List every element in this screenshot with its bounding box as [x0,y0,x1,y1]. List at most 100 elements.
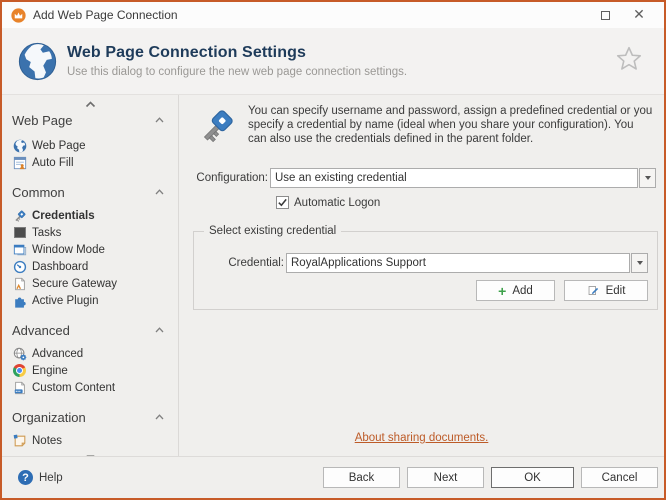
add-credential-button[interactable]: + Add [476,280,555,301]
sidebar-item-auto-fill[interactable]: Auto Fill [2,154,178,171]
sidebar-item-label: Window Mode [32,244,105,256]
sidebar-items: Web Page Auto Fill [2,137,178,171]
sidebar-item-label: Advanced [32,348,83,360]
window-title: Add Web Page Connection [33,8,178,22]
close-icon: ✕ [633,8,645,22]
window-controls: ✕ [588,2,656,28]
configuration-value[interactable]: Use an existing credential [270,168,638,188]
sidebar-item-label: Tasks [32,227,61,239]
edit-pencil-icon [587,284,600,297]
credentials-description: You can specify username and password, a… [248,105,654,146]
sidebar-item-tasks[interactable]: Tasks [2,224,178,241]
sidebar-item-web-page[interactable]: Web Page [2,137,178,154]
next-button[interactable]: Next [407,467,484,488]
sidebar-scroll-up[interactable] [2,98,178,110]
sidebar: Web Page Web Page Auto Fill [2,95,179,456]
sidebar-section-common[interactable]: Common [12,184,164,200]
plus-icon: + [498,284,506,298]
automatic-logon-row: Automatic Logon [276,196,380,209]
footer-buttons: Back Next OK Cancel [323,467,658,488]
sidebar-item-dashboard[interactable]: Dashboard [2,258,178,275]
sidebar-item-secure-gateway[interactable]: Secure Gateway [2,275,178,292]
sidebar-item-credentials[interactable]: Credentials [2,207,178,224]
about-sharing-documents-link[interactable]: About sharing documents. [179,432,664,444]
close-button[interactable]: ✕ [622,2,656,28]
sidebar-items: Notes [2,432,178,449]
settings-panel: You can specify username and password, a… [179,95,664,456]
page-title: Web Page Connection Settings [67,44,407,62]
info-row: You can specify username and password, a… [199,105,654,146]
edit-credential-button[interactable]: Edit [564,280,648,301]
key-icon [199,107,236,144]
dropdown-arrow-icon [645,176,651,180]
app-logo-icon [11,8,26,23]
back-button[interactable]: Back [323,467,400,488]
dialog-window: Add Web Page Connection ✕ Web Page Conne… [0,0,666,500]
sidebar-items: Advanced Engine Custom Content [2,345,178,396]
title-bar: Add Web Page Connection ✕ [2,2,664,28]
group-title: Select existing credential [204,225,341,237]
footer-bar: ? Help Back Next OK Cancel [2,456,664,498]
chrome-icon [12,363,27,378]
credential-dropdown-button[interactable] [631,253,648,273]
automatic-logon-label: Automatic Logon [294,197,380,209]
favorite-star-icon[interactable] [614,44,644,74]
cancel-button[interactable]: Cancel [581,467,658,488]
auto-fill-icon [12,155,27,170]
chevron-up-icon [155,327,164,333]
sidebar-item-active-plugin[interactable]: Active Plugin [2,292,178,309]
sidebar-item-notes[interactable]: Notes [2,432,178,449]
sidebar-item-engine[interactable]: Engine [2,362,178,379]
sidebar-section-web-page[interactable]: Web Page [12,112,164,128]
checkmark-icon [277,197,288,208]
sidebar-item-custom-content[interactable]: Custom Content [2,379,178,396]
chevron-up-icon [155,414,164,420]
help-icon: ? [18,470,33,485]
chevron-up-icon [155,189,164,195]
add-button-label: Add [512,285,532,297]
secure-gateway-icon [12,276,27,291]
configuration-dropdown-button[interactable] [639,168,656,188]
sidebar-item-label: Dashboard [32,261,88,273]
maximize-icon [601,11,610,20]
sidebar-item-window-mode[interactable]: Window Mode [2,241,178,258]
sidebar-section-organization[interactable]: Organization [12,409,164,425]
section-label: Organization [12,410,86,425]
credential-combobox: RoyalApplications Support [286,253,648,273]
key-icon [12,208,27,223]
maximize-button[interactable] [588,2,622,28]
sidebar-item-label: Notes [32,435,62,447]
edit-button-label: Edit [606,285,626,297]
sidebar-item-label: Credentials [32,210,95,222]
sidebar-item-label: Web Page [32,140,86,152]
globe-icon [12,138,27,153]
configuration-row: Configuration: Use an existing credentia… [179,168,656,188]
sidebar-items: Credentials Tasks Window Mode Dashb [2,207,178,309]
chevron-up-icon [85,101,96,108]
select-existing-credential-group: Select existing credential Credential: R… [193,231,658,310]
ok-button[interactable]: OK [491,467,574,488]
gauge-icon [12,259,27,274]
help-button[interactable]: ? Help [18,470,63,485]
sidebar-item-advanced[interactable]: Advanced [2,345,178,362]
document-code-icon [12,380,27,395]
credential-value[interactable]: RoyalApplications Support [286,253,630,273]
tasks-icon [12,225,27,240]
note-icon [12,433,27,448]
web-page-globe-icon [18,42,57,81]
help-label: Help [39,472,63,484]
sidebar-item-label: Secure Gateway [32,278,117,290]
credential-buttons: + Add Edit [476,280,648,301]
window-icon [12,242,27,257]
credential-label: Credential: [194,257,284,269]
section-label: Common [12,185,65,200]
sidebar-item-label: Custom Content [32,382,115,394]
sidebar-item-label: Active Plugin [32,295,98,307]
puzzle-icon [12,293,27,308]
section-label: Advanced [12,323,70,338]
dropdown-arrow-icon [637,261,643,265]
globe-gear-icon [12,346,27,361]
automatic-logon-checkbox[interactable] [276,196,289,209]
header-texts: Web Page Connection Settings Use this di… [67,44,407,78]
sidebar-section-advanced[interactable]: Advanced [12,322,164,338]
